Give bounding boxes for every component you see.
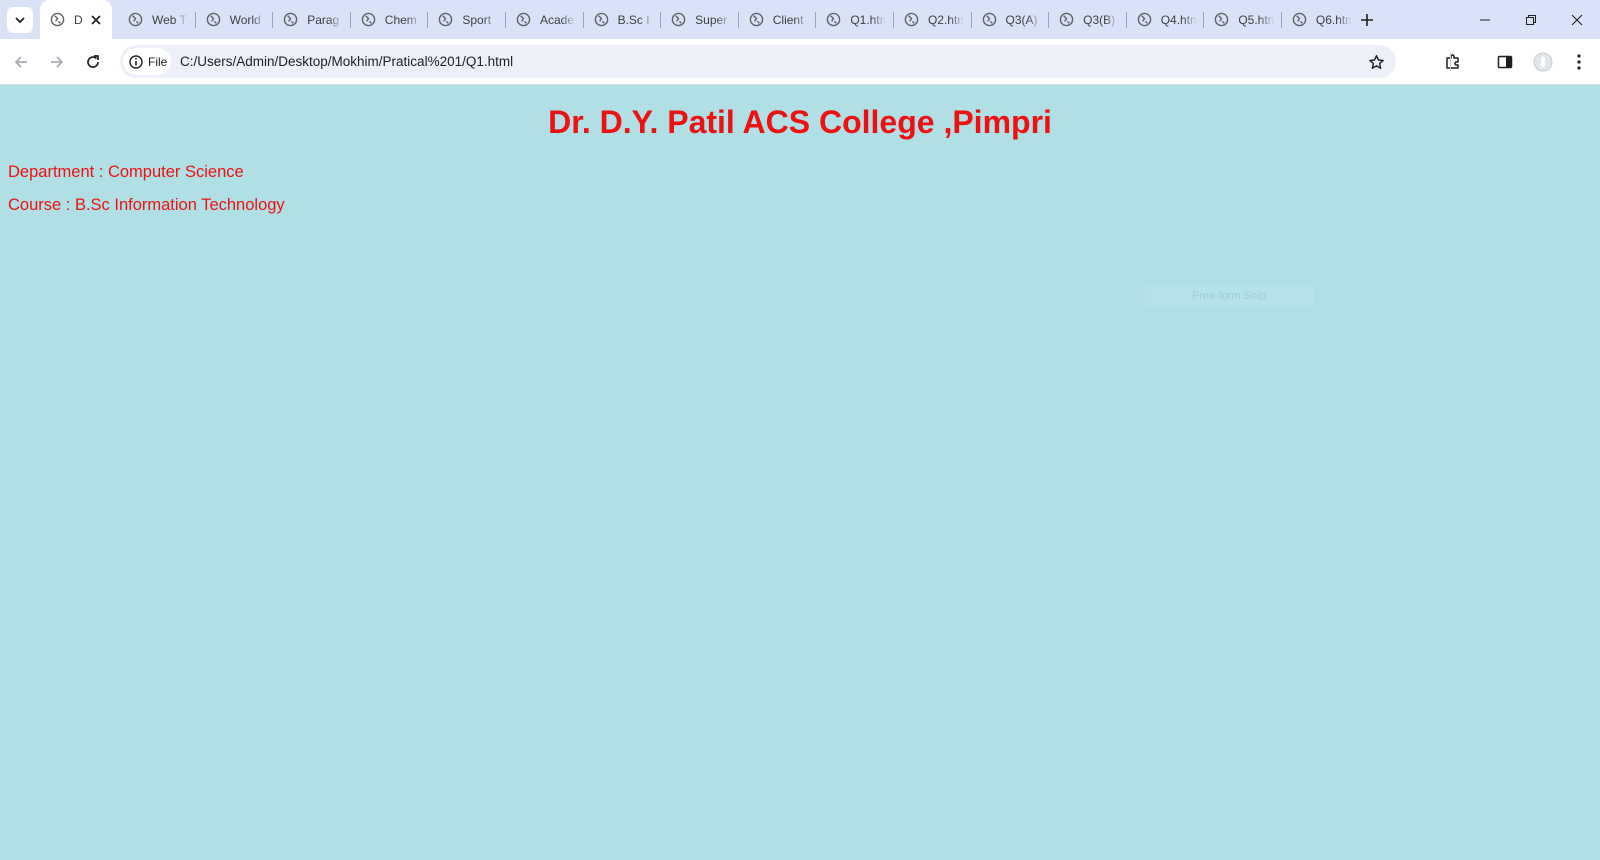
bookmark-button[interactable] <box>1364 50 1388 74</box>
tab[interactable]: Super <box>661 0 739 39</box>
tab[interactable]: Web T <box>118 0 196 39</box>
tab[interactable]: Q4.htm <box>1127 0 1205 39</box>
globe-icon <box>439 12 453 27</box>
site-info-label: File <box>148 54 168 69</box>
globe-icon <box>749 12 764 27</box>
tab-title: Q3(A) <box>1005 12 1038 27</box>
tab[interactable]: Q3(B) <box>1049 0 1127 39</box>
forward-icon <box>51 56 64 68</box>
site-info-chip[interactable]: File <box>123 48 171 75</box>
tab[interactable]: Q2.htm <box>894 0 972 39</box>
globe-icon <box>361 12 376 27</box>
snip-overlay-label: Free-form Snip <box>1144 286 1314 306</box>
restore-icon <box>1525 14 1536 25</box>
address-url[interactable]: C:/Users/Admin/Desktop/Mokhim/Pratical%2… <box>180 54 513 69</box>
tab-title: Q6.htm <box>1315 12 1352 27</box>
menu-icon <box>1577 54 1581 70</box>
tab-title: Q4.htm <box>1160 12 1197 27</box>
tab-title: Client <box>772 12 804 27</box>
plus-icon <box>1361 14 1373 26</box>
tab-close-button[interactable] <box>88 12 104 28</box>
tab-title: Q2.htm <box>927 12 964 27</box>
tab-strip: D Web T World Parag Chem Sport Acade B.S… <box>0 0 1600 39</box>
globe-icon <box>904 12 919 27</box>
tab[interactable]: Q3(A) <box>972 0 1050 39</box>
tab[interactable]: B.Sc I <box>584 0 662 39</box>
globe-icon <box>594 12 608 27</box>
browser-toolbar: File C:/Users/Admin/Desktop/Mokhim/Prati… <box>0 39 1600 85</box>
tab-title: World <box>229 12 261 27</box>
globe-icon <box>516 12 531 27</box>
page-heading: Dr. D.Y. Patil ACS College ,Pimpri <box>548 104 1052 140</box>
reload-icon <box>87 55 99 68</box>
globe-icon <box>1059 12 1074 27</box>
minimize-button[interactable] <box>1462 0 1507 39</box>
restore-button[interactable] <box>1508 0 1553 39</box>
tab[interactable]: Q5.htm <box>1204 0 1282 39</box>
globe-icon <box>827 12 841 27</box>
tab-title: Super <box>695 12 728 27</box>
window-close-button[interactable] <box>1554 0 1599 39</box>
tab-title: Q5.htm <box>1238 12 1275 27</box>
tab-title: Parag <box>307 12 340 27</box>
extensions-button[interactable] <box>1438 47 1468 77</box>
globe-icon <box>1137 12 1152 27</box>
tab-title: Web T <box>152 12 187 27</box>
address-bar[interactable]: File C:/Users/Admin/Desktop/Mokhim/Prati… <box>120 45 1396 78</box>
back-icon <box>14 56 27 68</box>
profile-button[interactable] <box>1528 47 1558 77</box>
tab[interactable]: Acade <box>506 0 584 39</box>
globe-icon <box>671 12 686 27</box>
tab[interactable]: World <box>196 0 274 39</box>
tab-title: Sport <box>462 12 492 27</box>
globe-icon <box>982 12 996 27</box>
globe-icon <box>1292 12 1307 27</box>
tab-title: B.Sc I <box>617 12 650 27</box>
tab-search-button[interactable] <box>7 7 33 33</box>
tab[interactable]: Client <box>739 0 817 39</box>
close-icon <box>91 15 101 25</box>
star-icon <box>1368 54 1384 69</box>
globe-icon <box>50 12 65 27</box>
forward-button[interactable] <box>42 47 72 77</box>
extensions-icon <box>1446 54 1459 69</box>
window-close-icon <box>1571 14 1582 25</box>
tab-active[interactable]: D <box>40 0 112 39</box>
info-icon <box>129 54 143 69</box>
tab[interactable]: Sport <box>428 0 506 39</box>
tab[interactable]: Parag <box>273 0 351 39</box>
globe-icon <box>128 12 143 27</box>
tab[interactable]: Q6.htm <box>1282 0 1360 39</box>
globe-icon <box>283 12 298 27</box>
tab[interactable]: Chem <box>351 0 429 39</box>
tab-title: Q3(B) <box>1083 12 1116 27</box>
side-panel-button[interactable] <box>1490 47 1520 77</box>
tab-title: Q1.htm <box>850 12 887 27</box>
minimize-icon <box>1479 19 1490 20</box>
tab-title: D <box>74 12 83 27</box>
tab-search-icon <box>15 17 25 24</box>
side-panel-icon <box>1497 55 1513 69</box>
profile-icon <box>1533 52 1553 72</box>
course-line: Course : B.Sc Information Technology <box>8 196 285 214</box>
menu-button[interactable] <box>1564 47 1594 77</box>
globe-icon <box>1215 12 1229 27</box>
tab[interactable]: Q1.htm <box>816 0 894 39</box>
new-tab-button[interactable] <box>1356 9 1378 31</box>
page-content: Dr. D.Y. Patil ACS College ,Pimpri Depar… <box>0 86 1600 860</box>
toolbar-divider <box>1450 53 1451 71</box>
tab-title: Acade <box>539 12 574 27</box>
tab-list: D Web T World Parag Chem Sport Acade B.S… <box>40 0 1360 39</box>
reload-button[interactable] <box>78 47 108 77</box>
back-button[interactable] <box>6 47 36 77</box>
tab-title: Chem <box>384 12 417 27</box>
globe-icon <box>206 12 220 27</box>
department-line: Department : Computer Science <box>8 163 244 181</box>
